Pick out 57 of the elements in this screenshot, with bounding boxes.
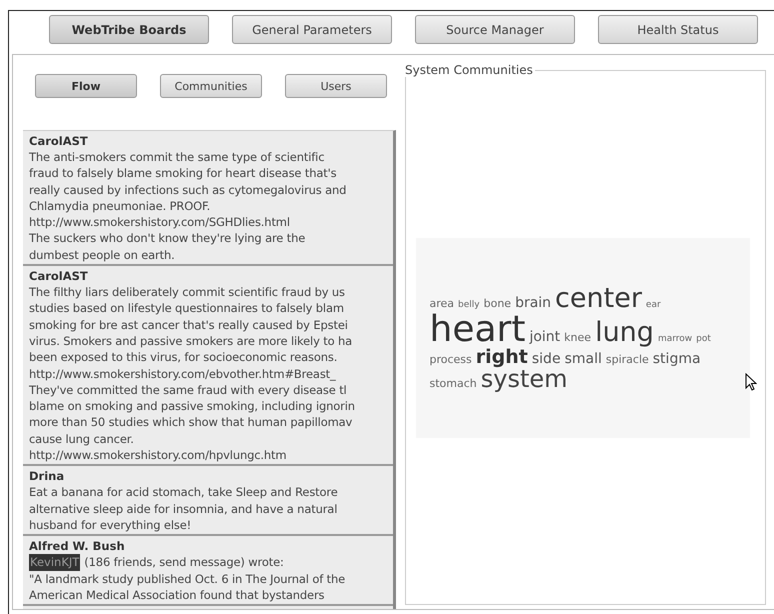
cloud-word: knee: [564, 332, 592, 342]
group-title: System Communities: [405, 63, 535, 77]
post-text-line: http://www.smokershistory.com/SGHDlies.html: [29, 214, 290, 230]
post-author: CarolAST: [29, 268, 89, 284]
post-author: Drina: [29, 468, 66, 484]
post-text-line: smoking for bre ast cancer that's really caused by Epstei: [29, 316, 348, 333]
cloud-word: stomach: [430, 378, 477, 388]
cloud-word: system: [480, 366, 568, 390]
post-text-line: Eat a banana for acid stomach, take Sleep and Restore: [29, 484, 338, 501]
post-text-line: alternative sleep aide for insomnia, and have a natural: [29, 500, 338, 517]
tab[interactable]: Health Status: [598, 15, 758, 44]
post-text-line: blame on smoking and passive smoking, including ignorin: [29, 398, 355, 414]
post-text-line: The suckers who don't know they're lying are the: [29, 230, 306, 247]
post-text-line: http://www.smokershistory.com/ebvother.htm#Breast_: [29, 366, 336, 382]
post-text-line: "A landmark study published Oct. 6 in The Journal of the: [29, 570, 346, 587]
cloud-word: right: [476, 348, 528, 366]
tab[interactable]: General Parameters: [232, 15, 392, 44]
tab[interactable]: WebTribe Boards: [49, 15, 209, 44]
post-text-line: cause lung cancer.: [29, 430, 134, 448]
view-button[interactable]: Users: [285, 74, 387, 98]
post-text-line: virus. Smokers and passive smokers are more likely to ha: [29, 332, 352, 350]
cloud-word: stigma: [652, 352, 701, 366]
cloud-word: pot: [696, 334, 711, 344]
post-text-line: Chlamydia pneumoniae. PROOF.: [29, 198, 210, 214]
tab[interactable]: Source Manager: [415, 15, 575, 44]
post-text-line: The filthy liars deliberately commit scientific fraud by us: [29, 284, 345, 300]
cloud-word: marrow: [658, 334, 692, 344]
post-text-line: (186 friends, send message) wrote:: [84, 554, 284, 571]
cloud-word: small: [564, 352, 602, 366]
cloud-word: side: [532, 352, 561, 366]
cloud-word: process: [430, 354, 472, 364]
cloud-word: spiracle: [606, 354, 649, 364]
post-author: CarolAST: [29, 133, 89, 149]
post-text-line: studies based on lifestyle questionnaires to falsely blam: [29, 300, 344, 317]
post-text-line: The anti-smokers commit the same type of scientific: [29, 149, 324, 166]
post-author: Alfred W. Bush: [29, 538, 126, 554]
cloud-word: ear: [646, 300, 661, 310]
post-text-line: fraud to falsely blame smoking for heart disease that's: [29, 165, 336, 182]
cloud-word: bone: [484, 298, 512, 308]
post-text-line: really caused by infections such as cytomegalovirus and: [29, 182, 346, 198]
post-text-line: more than 50 studies which show that human papillomav: [29, 414, 352, 431]
post-text-line: dumbest people on earth.: [29, 246, 175, 264]
cloud-word: brain: [515, 296, 552, 310]
cloud-word: heart: [430, 312, 526, 348]
highlighted-username: KevinKJT: [29, 554, 80, 571]
post-text-line: husband for everything else!: [29, 516, 192, 534]
view-button[interactable]: Flow: [35, 74, 137, 98]
cloud-word: belly: [458, 300, 480, 310]
post-text-line: been exposed to this virus, for socioeconomic reasons.: [29, 349, 338, 366]
view-button[interactable]: Communities: [160, 74, 262, 98]
cloud-word: joint: [529, 330, 560, 344]
cloud-word: center: [555, 284, 642, 312]
post-text-line: American Medical Association found that bystanders: [29, 586, 324, 604]
cloud-word: lung: [595, 318, 654, 346]
cloud-word: area: [430, 298, 454, 308]
post-text-line: They've committed the same fraud with every disease tl: [29, 382, 347, 398]
post-text-line: http://www.smokershistory.com/hpvlungc.htm: [29, 447, 286, 464]
